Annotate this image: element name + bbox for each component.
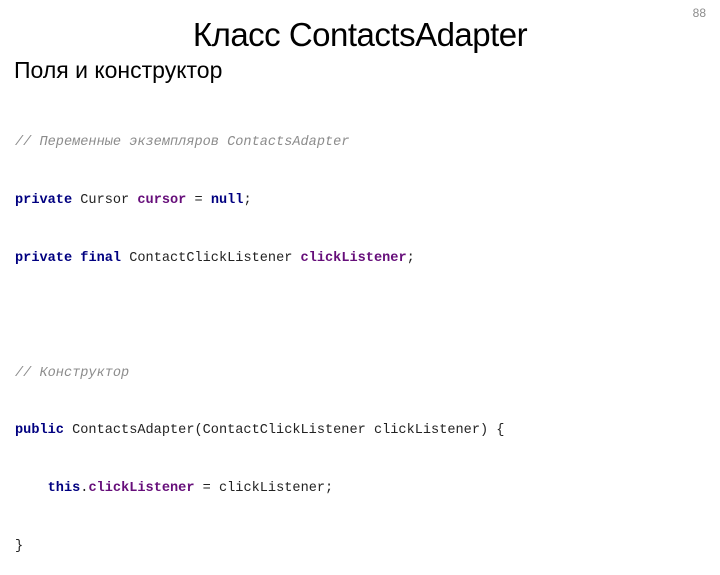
- code-text: =: [186, 193, 211, 208]
- code-line-constructor-signature: public ContactsAdapter(ContactClickListe…: [15, 421, 504, 440]
- code-line-cursor-field: private Cursor cursor = null;: [15, 191, 504, 210]
- code-comment: // Конструктор: [15, 365, 130, 381]
- code-text: = clickListener;: [194, 480, 334, 496]
- code-field: cursor: [137, 193, 187, 208]
- code-field: clickListener: [300, 250, 407, 266]
- code-text: }: [15, 538, 24, 554]
- code-text: Cursor: [72, 193, 138, 208]
- code-comment: // Переменные экземпляров ContactsAdapte…: [15, 135, 350, 151]
- code-keyword: public: [15, 423, 64, 439]
- code-text: ContactsAdapter(ContactClickListener cli…: [63, 423, 505, 439]
- code-keyword: final: [80, 250, 122, 266]
- code-keyword: private: [15, 193, 73, 208]
- code-line-comment-constructor: // Конструктор: [15, 364, 504, 383]
- code-text: ;: [243, 193, 252, 208]
- code-block: // Переменные экземпляров ContactsAdapte…: [15, 95, 504, 575]
- code-line-constructor-body: this.clickListener = clickListener;: [15, 479, 504, 498]
- code-text: ContactClickListener: [121, 250, 301, 266]
- code-field: clickListener: [88, 480, 195, 496]
- slide-title: Класс ContactsAdapter: [192, 16, 528, 53]
- code-text: ;: [406, 250, 415, 266]
- code-line-listener-field: private final ContactClickListener click…: [15, 249, 504, 268]
- code-line-closing-brace: }: [15, 537, 504, 556]
- code-keyword: this: [47, 480, 81, 496]
- code-line-comment-fields: // Переменные экземпляров ContactsAdapte…: [15, 133, 504, 152]
- code-keyword: private: [15, 250, 73, 266]
- code-keyword: null: [210, 193, 244, 208]
- slide-subtitle: Поля и конструктор: [14, 57, 223, 83]
